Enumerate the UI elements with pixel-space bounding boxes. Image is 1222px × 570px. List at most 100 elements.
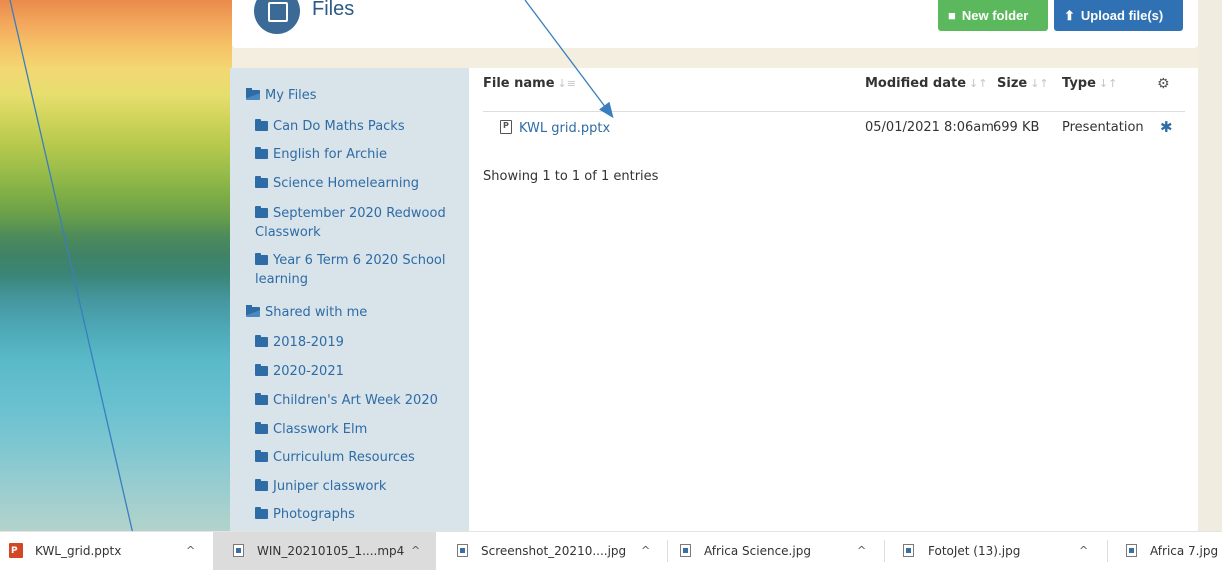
column-header-modified-date[interactable]: Modified date ↓↑ (865, 76, 987, 91)
column-header-label: Size (997, 76, 1028, 91)
chevron-up-icon[interactable]: ^ (186, 532, 195, 570)
new-folder-label: New folder (961, 8, 1029, 23)
folder-icon (255, 176, 268, 188)
sort-icon: ↓↑ (1030, 77, 1049, 90)
folder-open-icon (246, 88, 260, 100)
tree-item-label: Curriculum Resources (273, 450, 415, 465)
download-name: Africa 7.jpg (1150, 544, 1219, 558)
download-name: KWL_grid.pptx (35, 544, 122, 558)
tree-item-folder[interactable]: Year 6 Term 6 2020 School learning (255, 251, 460, 289)
file-browser-panel: My Files Can Do Maths Packs English for … (230, 68, 1198, 531)
file-actions-gear-icon[interactable]: ✱ (1160, 118, 1173, 136)
tree-item-folder[interactable]: Can Do Maths Packs (255, 117, 460, 136)
tree-item-folder[interactable]: Juniper classwork (255, 477, 460, 496)
new-folder-button[interactable]: ■ New folder (938, 0, 1048, 31)
column-header-size[interactable]: Size ↓↑ (997, 76, 1049, 91)
tree-my-files[interactable]: My Files (246, 88, 317, 103)
tree-item-label: Juniper classwork (273, 479, 387, 494)
file-link[interactable]: KWL grid.pptx (519, 121, 610, 136)
tree-item-label: Science Homelearning (273, 176, 419, 191)
powerpoint-file-icon (500, 120, 512, 134)
folder-icon: ■ (948, 8, 956, 23)
header-card: Files ■ New folder ⬆ Upload file(s) (232, 0, 1198, 48)
chevron-up-icon[interactable]: ^ (641, 532, 650, 570)
tree-item-label: Children's Art Week 2020 (273, 393, 438, 408)
table-row-file-name[interactable]: KWL grid.pptx (500, 120, 610, 136)
tree-item-folder[interactable]: September 2020 Redwood Classwork (255, 204, 460, 242)
tree-item-label: September 2020 Redwood Classwork (255, 206, 446, 240)
tree-item-folder[interactable]: Photographs (255, 505, 460, 524)
image-file-icon (903, 544, 914, 557)
folder-icon (255, 119, 268, 131)
folder-tree: My Files Can Do Maths Packs English for … (230, 68, 469, 531)
folder-icon (255, 393, 268, 405)
page-title: Files (312, 0, 355, 20)
upload-icon: ⬆ (1064, 8, 1075, 23)
folder-icon (255, 450, 268, 462)
column-header-label: Modified date (865, 76, 967, 91)
download-name: WIN_20210105_1....mp4 (257, 544, 405, 558)
tree-item-label: Year 6 Term 6 2020 School learning (255, 253, 446, 287)
video-file-icon (233, 544, 244, 557)
upload-files-button[interactable]: ⬆ Upload file(s) (1054, 0, 1183, 31)
folder-icon (255, 253, 268, 265)
sort-icon: ↓↑ (1098, 77, 1118, 90)
tree-item-folder[interactable]: 2020-2021 (255, 362, 460, 381)
folder-icon (255, 335, 268, 347)
column-header-label: Type (1062, 76, 1096, 91)
sort-asc-icon: ↓≡ (557, 77, 576, 90)
tree-item-label: Photographs (273, 507, 355, 522)
download-name: FotoJet (13).jpg (928, 544, 1021, 558)
folder-icon (255, 422, 268, 434)
scrollbar-track[interactable] (1198, 0, 1222, 531)
tree-item-folder[interactable]: English for Archie (255, 145, 460, 164)
powerpoint-icon (9, 532, 23, 570)
download-item[interactable]: FotoJet (13).jpg ^ (885, 532, 1106, 570)
download-name: Screenshot_20210....jpg (481, 544, 627, 558)
folder-open-icon (246, 305, 260, 317)
folder-icon (255, 147, 268, 159)
download-item[interactable]: Africa 7.jpg (1108, 532, 1222, 570)
chevron-up-icon[interactable]: ^ (857, 532, 866, 570)
tree-my-files-label: My Files (265, 88, 317, 103)
tree-item-label: Classwork Elm (273, 422, 368, 437)
chevron-up-icon[interactable]: ^ (411, 532, 420, 570)
settings-gears-icon[interactable]: ⚙ (1157, 76, 1170, 92)
tree-item-folder[interactable]: Children's Art Week 2020 (255, 391, 460, 410)
chevron-up-icon[interactable]: ^ (1079, 532, 1088, 570)
column-header-file-name[interactable]: File name ↓≡ (483, 76, 576, 91)
table-row-size: 699 KB (993, 120, 1040, 135)
sort-icon: ↓↑ (969, 77, 988, 90)
table-row-type: Presentation (1062, 120, 1144, 135)
folder-icon (255, 479, 268, 491)
image-file-icon (680, 544, 691, 557)
painted-background (0, 0, 232, 531)
download-item[interactable]: Africa Science.jpg ^ (668, 532, 882, 570)
image-file-icon (457, 544, 468, 557)
entries-info: Showing 1 to 1 of 1 entries (483, 169, 659, 184)
tree-item-folder[interactable]: Curriculum Resources (255, 448, 460, 467)
tree-shared-with-me[interactable]: Shared with me (246, 305, 367, 320)
tree-item-label: 2018-2019 (273, 335, 344, 350)
download-item[interactable]: Screenshot_20210....jpg ^ (437, 532, 666, 570)
download-item[interactable]: KWL_grid.pptx ^ (0, 532, 212, 570)
tree-item-folder[interactable]: Science Homelearning (255, 174, 460, 193)
tree-item-label: Can Do Maths Packs (273, 119, 405, 134)
folder-icon (255, 364, 268, 376)
tree-item-folder[interactable]: Classwork Elm (255, 420, 460, 439)
tree-item-folder[interactable]: 2018-2019 (255, 333, 460, 352)
tree-shared-label: Shared with me (265, 305, 368, 320)
tree-item-label: English for Archie (273, 147, 388, 162)
download-name: Africa Science.jpg (704, 544, 811, 558)
upload-label: Upload file(s) (1080, 8, 1164, 23)
download-bar: KWL_grid.pptx ^ WIN_20210105_1....mp4 ^ … (0, 531, 1222, 570)
table-header-divider (483, 111, 1185, 112)
column-header-type[interactable]: Type ↓↑ (1062, 76, 1117, 91)
folder-icon (255, 507, 268, 519)
tree-item-label: 2020-2021 (273, 364, 344, 379)
column-header-label: File name (483, 76, 555, 91)
table-row-modified-date: 05/01/2021 8:06am (865, 120, 994, 135)
image-file-icon (1126, 544, 1137, 557)
folder-icon (255, 206, 268, 218)
download-item[interactable]: WIN_20210105_1....mp4 ^ (213, 532, 436, 570)
